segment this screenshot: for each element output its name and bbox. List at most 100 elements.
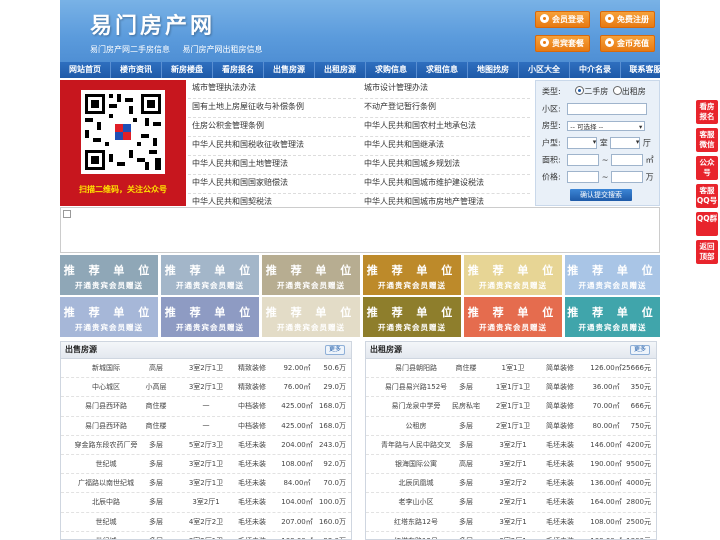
ad-subtitle: 开通贵宾会员赠送 (75, 281, 143, 290)
hall-select[interactable]: ▾ (610, 137, 641, 149)
rent-listing-row[interactable]: 易门龙泉中学旁 民房私宅 2室1厅1卫 简单装修 70.00㎡ 666元 (366, 397, 656, 417)
article-link[interactable]: 国有土地上房屋征收与补偿条例 (188, 99, 356, 118)
article-link[interactable]: 城市设计管理办法 (360, 80, 530, 99)
price-cell: 2800元 (626, 498, 651, 507)
site-logo[interactable]: 易门房产网 (90, 8, 215, 40)
area-min-input[interactable] (567, 154, 600, 166)
recommended-unit-ad[interactable]: 推 荐 单 位开通贵宾会员赠送 (363, 297, 461, 337)
price-cell: 92.0万 (323, 459, 346, 468)
article-link[interactable]: 中华人民共和国城乡规划法 (360, 156, 530, 175)
nav-contact[interactable]: 联系客服 (621, 62, 670, 78)
area-max-input[interactable] (611, 154, 644, 166)
recommended-unit-ad[interactable]: 推 荐 单 位开通贵宾会员赠送 (60, 255, 158, 295)
side-qq-service-button[interactable]: 客服QQ号 (696, 184, 718, 208)
housetype-select[interactable]: -- 可选择 -- ▾ (567, 120, 646, 131)
side-official-account-button[interactable]: 公众号 (696, 156, 718, 180)
price-cell: 1800元 (626, 532, 651, 539)
article-link[interactable]: 不动产登记暂行条例 (360, 99, 530, 118)
sale-listing-row[interactable]: 北辰中路 多层 3室2厅1 毛坯未装 104.00㎡ 100.0万 (61, 493, 351, 513)
vip-package-button[interactable]: 贵宾套餐 (535, 35, 590, 52)
rent-listing-row[interactable]: 红塔东路12号多层3室2厅1毛坯未装108.00㎡1800元 (366, 532, 656, 539)
nav-map-search[interactable]: 地图找房 (468, 62, 519, 78)
article-link[interactable]: 中华人民共和国农村土地承包法 (360, 118, 530, 137)
sale-listings-panel: 出售房源 更多 新城国际 高层 3室2厅1卫 精致装修 92.00㎡ 50.6万 中心城区小… (60, 341, 352, 540)
nav-viewing-signup[interactable]: 看房报名 (213, 62, 264, 78)
sale-listing-row[interactable]: 世纪城 多层 3室2厅1卫 毛坯未装 108.00㎡ 92.0万 (61, 455, 351, 475)
qr-promo: 扫描二维码，关注公众号 (60, 80, 186, 206)
side-wechat-service-button[interactable]: 客服微信 (696, 128, 718, 152)
recommended-unit-ad[interactable]: 推 荐 单 位开通贵宾会员赠送 (262, 255, 360, 295)
article-link[interactable]: 中华人民共和国土地管理法 (188, 156, 356, 175)
nav-communities[interactable]: 小区大全 (519, 62, 570, 78)
recommended-unit-ad[interactable]: 推 荐 单 位开通贵宾会员赠送 (464, 297, 562, 337)
price-cell: 70.0万 (323, 479, 346, 488)
recommended-unit-ad[interactable]: 推 荐 单 位开通贵宾会员赠送 (464, 255, 562, 295)
qr-code-image (81, 90, 165, 174)
nav-news[interactable]: 楼市资讯 (111, 62, 162, 78)
rent-listings-panel: 出租房源 更多 易门县朝阳路 商住楼 1室1卫 简单装修 126.00㎡ 25666元 易门… (365, 341, 657, 540)
recharge-button[interactable]: 金币充值 (600, 35, 655, 52)
room-select[interactable]: ▾ (567, 137, 598, 149)
rent-listing-row[interactable]: 银海国际公寓 高层 3室2厅1 毛坯未装 190.00㎡ 9500元 (366, 455, 656, 475)
sale-listing-row[interactable]: 世纪城 多层 4室2厅2卫 毛坯未装 207.00㎡ 160.0万 (61, 513, 351, 532)
type-radio-rental[interactable] (612, 86, 622, 95)
price-cell: 2500元 (626, 517, 651, 526)
type-radio-secondhand[interactable] (575, 86, 585, 95)
article-link[interactable]: 城市管理执法办法 (188, 80, 356, 99)
slogan-sale[interactable]: 易门房产网二手房信息 (90, 45, 170, 54)
nav-want-buy[interactable]: 求购信息 (366, 62, 417, 78)
sale-more-button[interactable]: 更多 (324, 345, 345, 355)
rent-panel-header: 出租房源 更多 (366, 342, 656, 359)
recommended-unit-ad[interactable]: 推 荐 单 位开通贵宾会员赠送 (363, 255, 461, 295)
recommended-unit-ad[interactable]: 推 荐 单 位开通贵宾会员赠送 (262, 297, 360, 337)
article-link[interactable]: 中华人民共和国税收征收管理法 (188, 137, 356, 156)
rent-listing-row[interactable]: 老李山小区 多层 2室2厅1 毛坯未装 164.00㎡ 2800元 (366, 493, 656, 513)
rent-listing-row[interactable]: 易门县易兴路152号 多层 1室1厅1卫 简单装修 36.00㎡ 350元 (366, 378, 656, 398)
nav-home[interactable]: 网站首页 (60, 62, 111, 78)
main-nav: 网站首页 楼市资讯 新房楼盘 看房报名 出售房源 出租房源 求购信息 求租信息 … (60, 62, 662, 78)
sale-listing-row[interactable]: 易门县西环路 商住楼一中档装修 425.00㎡ 168.0万 (61, 417, 351, 436)
search-submit-button[interactable]: 确认提交搜索 (570, 189, 632, 201)
rent-listing-row[interactable]: 北辰凤凰城 多层 3室2厅2 毛坯未装 136.00㎡ 4000元 (366, 474, 656, 494)
article-link[interactable]: 中华人民共和国国家赔偿法 (188, 175, 356, 194)
community-input[interactable] (567, 103, 648, 115)
price-cell: 93.0万 (323, 532, 346, 539)
nav-new-homes[interactable]: 新房楼盘 (162, 62, 213, 78)
nav-want-rent[interactable]: 求租信息 (417, 62, 468, 78)
search-housetype-row: 房型: -- 可选择 -- ▾ (542, 120, 646, 131)
nav-agencies[interactable]: 中介名录 (570, 62, 621, 78)
ad-title: 推 荐 单 位 (63, 306, 155, 319)
nav-for-rent[interactable]: 出租房源 (315, 62, 366, 78)
slogan-rent[interactable]: 易门房产网出租房信息 (183, 45, 263, 54)
sale-listing-row[interactable]: 穿金路东段农药厂旁 多层 5室2厅3卫 毛坯未装 204.00㎡ 243.0万 (61, 436, 351, 455)
search-area-row: 面积: ~ ㎡ (542, 154, 654, 166)
login-button[interactable]: 会员登录 (535, 11, 590, 28)
recommended-unit-ad[interactable]: 推 荐 单 位开通贵宾会员赠送 (161, 297, 259, 337)
rent-listing-row[interactable]: 易门县朝阳路 商住楼 1室1卫 简单装修 126.00㎡ 25666元 (366, 359, 656, 379)
side-viewing-signup-button[interactable]: 看房报名 (696, 100, 718, 124)
rent-listing-row[interactable]: 青年路与人民中路交叉 多层 3室2厅1 毛坯未装 146.00㎡ 4200元 (366, 436, 656, 455)
article-link[interactable]: 中华人民共和国城市维护建设税法 (360, 175, 530, 194)
recommended-unit-ad[interactable]: 推 荐 单 位开通贵宾会员赠送 (161, 255, 259, 295)
sale-listing-row[interactable]: 中心城区 小高层 3室2厅1卫 精致装修 76.00㎡ 29.0万 (61, 378, 351, 398)
sale-listing-row[interactable]: 广福路以南世纪城 多层 3室2厅1卫 毛坯未装 84.00㎡ 70.0万 (61, 474, 351, 494)
sale-listing-row[interactable]: 世纪城多层3室2厅1卫毛坯未装108.00㎡93.0万 (61, 532, 351, 539)
banner-ad[interactable] (60, 207, 660, 253)
price-max-input[interactable] (611, 171, 644, 183)
nav-for-sale[interactable]: 出售房源 (264, 62, 315, 78)
side-qq-group-button[interactable]: QQ群 (696, 212, 718, 236)
rent-listing-row[interactable]: 红塔东路12号 多层 3室2厅1 毛坯未装 108.00㎡ 2500元 (366, 513, 656, 532)
rent-more-button[interactable]: 更多 (629, 345, 650, 355)
rent-panel-title: 出租房源 (370, 345, 402, 354)
article-link[interactable]: 住房公积金管理条例 (188, 118, 356, 137)
recommended-unit-ad[interactable]: 推 荐 单 位开通贵宾会员赠送 (565, 297, 660, 337)
sale-listing-row[interactable]: 新城国际 高层 3室2厅1卫 精致装修 92.00㎡ 50.6万 (61, 359, 351, 379)
recommended-unit-ad[interactable]: 推 荐 单 位开通贵宾会员赠送 (565, 255, 660, 295)
back-to-top-button[interactable]: 返回顶部 (696, 240, 718, 264)
sale-listing-row[interactable]: 易门县西环路 商住楼一中档装修 425.00㎡ 168.0万 (61, 397, 351, 417)
recommended-unit-ad[interactable]: 推 荐 单 位开通贵宾会员赠送 (60, 297, 158, 337)
price-min-input[interactable] (567, 171, 600, 183)
register-button[interactable]: 免费注册 (600, 11, 655, 28)
article-link[interactable]: 中华人民共和国继承法 (360, 137, 530, 156)
rent-listing-row[interactable]: 公租房 多层 2室1厅1卫 简单装修 80.00㎡ 750元 (366, 417, 656, 436)
